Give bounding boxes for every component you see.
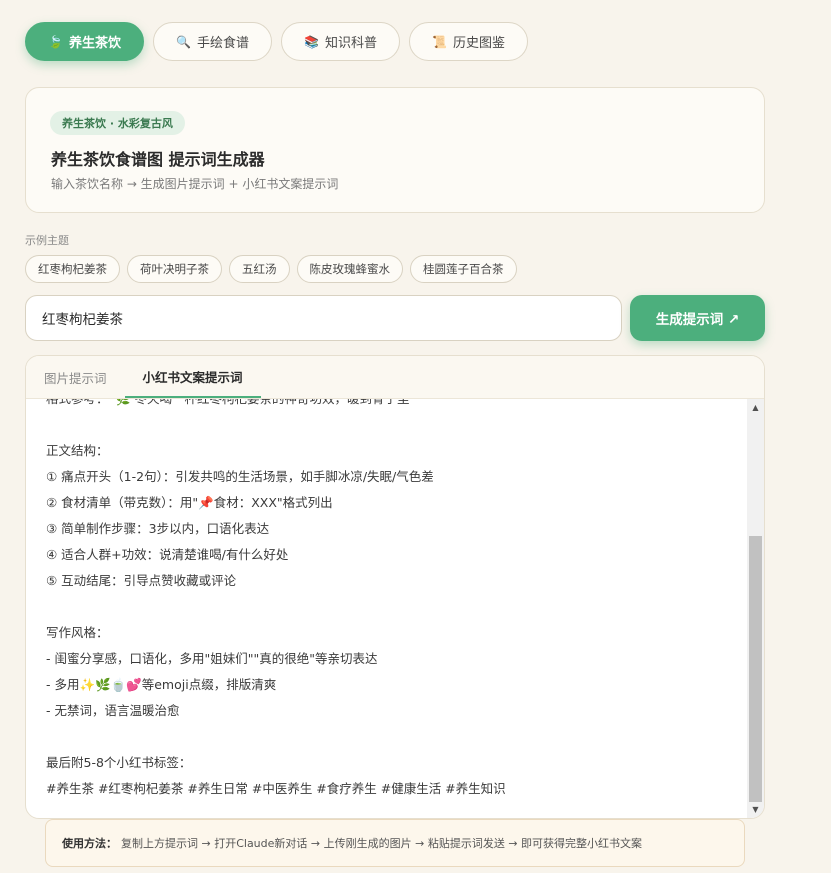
tab-label: 手绘食谱	[197, 36, 250, 51]
examples-label: 示例主题	[25, 234, 69, 247]
prompt-line: ① 痛点开头（1-2句）：引发共鸣的生活场景，如手脚冰凉/失眠/气色差	[46, 469, 434, 484]
example-chip[interactable]: 红枣枸杞姜茶	[25, 255, 120, 283]
prompt-line: 写作风格：	[46, 625, 109, 640]
tab-knowledge[interactable]: 📚 知识科普	[281, 22, 401, 61]
prompt-line: 格式参考：“🌿 冬天喝一杯红枣枸杞姜茶的神奇功效，暖到骨子里”	[46, 399, 506, 412]
prompt-line	[46, 724, 506, 750]
tab-image-prompt[interactable]: 图片提示词	[26, 356, 125, 398]
tea-leaf-icon: 🍃	[48, 34, 63, 49]
prompt-line: 正文结构：	[46, 443, 109, 458]
scroll-down-icon[interactable]: ▼	[747, 801, 764, 818]
usage-note: 使用方法： 复制上方提示词 → 打开Claude新对话 → 上传刚生成的图片 →…	[45, 819, 745, 867]
prompt-line: - 多用✨🌿🍵💕等emoji点缀，排版清爽	[46, 677, 277, 692]
prompt-line: 最后附5-8个小红书标签：	[46, 755, 192, 770]
scroll-up-icon[interactable]: ▲	[747, 399, 764, 416]
prompt-line	[46, 594, 506, 620]
tab-history[interactable]: 📜 历史图鉴	[409, 22, 529, 61]
example-chip[interactable]: 荷叶决明子茶	[127, 255, 222, 283]
prompt-lines: 格式参考：“🌿 冬天喝一杯红枣枸杞姜茶的神奇功效，暖到骨子里” 正文结构： ① 痛点…	[46, 399, 506, 802]
usage-note-label: 使用方法：	[62, 837, 117, 850]
usage-note-text: 复制上方提示词 → 打开Claude新对话 → 上传刚生成的图片 → 粘贴提示词…	[121, 837, 643, 850]
header-card: 养生茶饮 · 水彩复古风 养生茶饮食谱图 提示词生成器 输入茶饮名称 → 生成图…	[25, 87, 765, 213]
panel-tabs: 图片提示词 小红书文案提示词	[26, 356, 764, 399]
example-chips: 红枣枸杞姜茶 荷叶决明子茶 五红汤 陈皮玫瑰蜂蜜水 桂圆莲子百合茶	[25, 255, 517, 283]
tab-xhs-copy-prompt[interactable]: 小红书文案提示词	[124, 356, 261, 398]
tab-label: 知识科普	[325, 36, 378, 51]
prompt-line: - 无禁词，语言温暖治愈	[46, 703, 180, 718]
prompt-text-area[interactable]: 格式参考：“🌿 冬天喝一杯红枣枸杞姜茶的神奇功效，暖到骨子里” 正文结构： ① 痛点…	[26, 399, 747, 818]
category-tag: 养生茶饮 · 水彩复古风	[50, 111, 185, 135]
prompt-line: ④ 适合人群+功效：说清楚谁喝/有什么好处	[46, 547, 289, 562]
tab-label: 养生茶饮	[69, 36, 122, 51]
prompt-line: ② 食材清单（带克数）：用"📌食材：XXX"格式列出	[46, 495, 333, 510]
example-chip[interactable]: 陈皮玫瑰蜂蜜水	[296, 255, 403, 283]
prompt-line	[46, 412, 506, 438]
example-chip[interactable]: 桂圆莲子百合茶	[410, 255, 517, 283]
prompt-line: ③ 简单制作步骤：3步以内，口语化表达	[46, 521, 270, 536]
tea-name-input[interactable]: 红枣枸杞姜茶	[25, 295, 622, 341]
generate-button[interactable]: 生成提示词 ↗	[630, 295, 765, 341]
top-tab-bar: 🍃 养生茶饮 🔍 手绘食谱 📚 知识科普 📜 历史图鉴	[25, 22, 529, 61]
page-subtitle: 输入茶饮名称 → 生成图片提示词 + 小红书文案提示词	[51, 177, 339, 191]
books-icon: 📚	[304, 34, 319, 49]
scrollbar[interactable]: ▲ ▼	[747, 399, 764, 818]
prompt-line: ⑤ 互动结尾：引导点赞收藏或评论	[46, 573, 237, 588]
scrollbar-thumb[interactable]	[749, 536, 762, 802]
page-title: 养生茶饮食谱图 提示词生成器	[51, 150, 265, 169]
result-panel: 图片提示词小红书文案提示词 格式参考：“🌿 冬天喝一杯红枣枸杞姜茶的神奇功效，暖…	[25, 355, 765, 819]
search-icon: 🔍	[176, 34, 191, 49]
tab-tea[interactable]: 🍃 养生茶饮	[25, 22, 145, 61]
scroll-icon: 📜	[432, 34, 447, 49]
prompt-line: #养生茶 #红枣枸杞姜茶 #养生日常 #中医养生 #食疗养生 #健康生活 #养生…	[46, 781, 506, 796]
example-chip[interactable]: 五红汤	[229, 255, 290, 283]
tab-recipe[interactable]: 🔍 手绘食谱	[153, 22, 273, 61]
tab-label: 历史图鉴	[453, 36, 506, 51]
prompt-line: - 闺蜜分享感，口语化，多用"姐妹们""真的很绝"等亲切表达	[46, 651, 378, 666]
